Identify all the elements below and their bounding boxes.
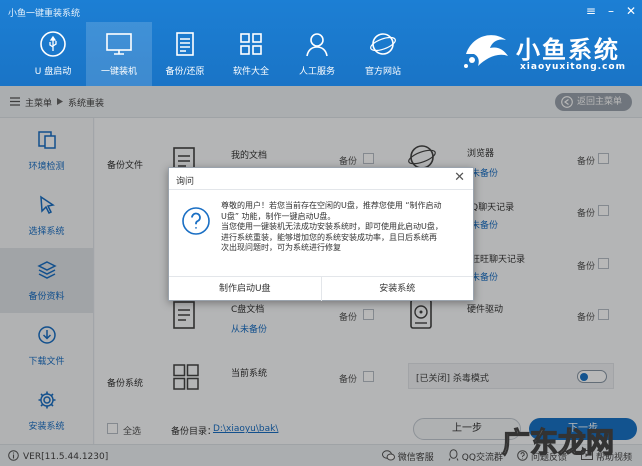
- site-watermark: 广东龙网: [498, 420, 636, 460]
- dialog-line: 尊敬的用户！若您当前存在空闲的U盘，推荐您使用 “制作启动: [221, 201, 442, 210]
- app-window: 小鱼一键重装系统 ≡ – ✕ U 盘启动 一键装机 备份/还原 软件大全 人工服…: [0, 0, 642, 466]
- nav-label: 官方网站: [364, 67, 401, 77]
- confirm-dialog: 询问 ✕ 尊敬的用户！若您当前存在空闲的U盘，推荐您使用 “制作启动 U盘” 功…: [168, 167, 474, 301]
- grid-icon: [236, 30, 266, 58]
- brand-logo: 小鱼系统 xiaoyuxitong.com: [458, 22, 636, 80]
- question-icon: [181, 206, 211, 239]
- brand-name: 小鱼系统: [516, 36, 620, 64]
- backup-icon: [170, 30, 200, 58]
- nav-label: U 盘启动: [34, 67, 72, 77]
- nav-usb-boot[interactable]: U 盘启动: [20, 22, 86, 86]
- nav-one-click-install[interactable]: 一键装机: [86, 22, 152, 86]
- dialog-line: 进行系统重装，能够增加您的系统安装成功率，且日后系统再: [221, 232, 437, 242]
- monitor-icon: [104, 30, 134, 58]
- nav-label: 一键装机: [100, 67, 137, 77]
- header: 小鱼一键重装系统 ≡ – ✕ U 盘启动 一键装机 备份/还原 软件大全 人工服…: [0, 0, 642, 86]
- dialog-divider: [169, 189, 473, 190]
- browser-icon: [368, 30, 398, 58]
- dialog-line: U盘” 功能，制作一键启动U盘。: [221, 211, 336, 221]
- nav-official-site[interactable]: 官方网站: [350, 22, 416, 86]
- fish-icon: [460, 24, 514, 77]
- minimize-icon[interactable]: –: [608, 3, 614, 19]
- dialog-buttons: 制作启动U盘 安装系统: [169, 276, 473, 301]
- person-icon: [302, 30, 332, 58]
- nav-human-service[interactable]: 人工服务: [284, 22, 350, 86]
- nav-label: 软件大全: [232, 67, 269, 77]
- close-icon[interactable]: ✕: [626, 3, 636, 19]
- nav-label: 人工服务: [298, 67, 335, 77]
- dialog-close-icon[interactable]: ✕: [454, 171, 465, 185]
- nav-software[interactable]: 软件大全: [218, 22, 284, 86]
- usb-icon: [38, 30, 68, 58]
- nav-label: 备份/还原: [165, 67, 205, 77]
- top-nav: U 盘启动 一键装机 备份/还原 软件大全 人工服务 官方网站: [20, 22, 416, 86]
- menu-icon[interactable]: ≡: [586, 3, 596, 19]
- dialog-line: 当您使用一键装机无法成功安装系统时，即可使用此启动U盘，: [221, 222, 443, 231]
- dialog-line: 次出现问题时，可为系统进行修复: [221, 243, 341, 252]
- install-system-button[interactable]: 安装系统: [320, 277, 474, 301]
- dialog-message: 尊敬的用户！若您当前存在空闲的U盘，推荐您使用 “制作启动 U盘” 功能，制作一…: [221, 201, 467, 254]
- window-title: 小鱼一键重装系统: [8, 9, 81, 19]
- watermark-text: 广东龙网: [502, 426, 614, 459]
- nav-backup-restore[interactable]: 备份/还原: [152, 22, 218, 86]
- brand-domain: xiaoyuxitong.com: [520, 62, 626, 72]
- window-controls: ≡ – ✕: [586, 3, 636, 19]
- dialog-title: 询问: [176, 177, 195, 187]
- make-boot-usb-button[interactable]: 制作启动U盘: [169, 277, 321, 301]
